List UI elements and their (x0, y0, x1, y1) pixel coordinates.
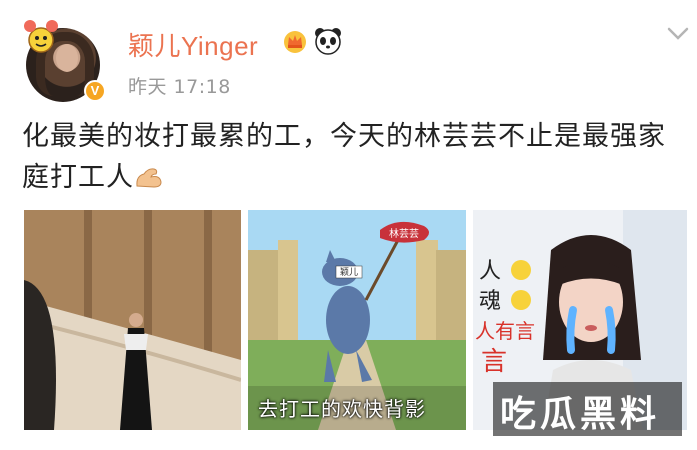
staircase-photo (24, 210, 241, 430)
crown-icon (284, 31, 306, 53)
cat-tag: 颖儿 (340, 266, 358, 278)
flexed-arm-icon (136, 168, 162, 188)
side-text-1: 人 (479, 259, 501, 284)
panda-icon (315, 28, 341, 55)
side-text-3: 人有言 (475, 319, 535, 343)
bag-flag-text: 林芸芸 (389, 227, 419, 240)
post-body: 化最美的妆打最累的工，今天的林芸芸不止是最强家庭打工人 (22, 121, 666, 193)
username[interactable]: 颖儿Yinger (128, 26, 258, 63)
post-image-2[interactable]: 颖儿 林芸芸 去打工的欢快背影 (248, 210, 466, 430)
watermark-text: 吃瓜黑料 (500, 393, 661, 435)
image-caption: 去打工的欢快背影 (258, 397, 426, 421)
post-text: 化最美的妆打最累的工，今天的林芸芸不止是最强家庭打工人 (22, 116, 692, 198)
chevron-down-icon[interactable] (666, 26, 690, 42)
side-text-2: 魂 (479, 289, 501, 314)
avatar-group[interactable]: V (18, 16, 108, 102)
verified-badge: V (84, 80, 106, 102)
cartoon-sticker-icon (24, 20, 58, 53)
side-text-4: 言 (481, 347, 507, 377)
post-timestamp: 昨天 17:18 (128, 76, 231, 98)
post-image-1[interactable] (24, 210, 241, 430)
